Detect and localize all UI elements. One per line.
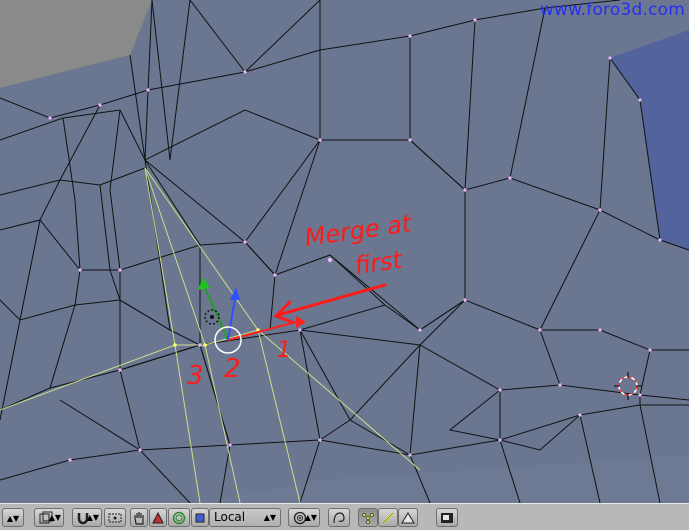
vertex-label-3: 3: [187, 361, 204, 391]
chevron-updown-icon: ▲▼: [263, 513, 276, 522]
vertex-label-2: 2: [224, 354, 241, 384]
mesh-canvas[interactable]: Merge at first 1 2 3: [0, 0, 689, 503]
arrow-updown-icon[interactable]: ▲▼: [2, 508, 24, 527]
vertex-label-1: 1: [277, 338, 291, 363]
face-select-icon[interactable]: [398, 508, 418, 527]
hand-icon[interactable]: [130, 508, 148, 527]
transform-orientation-value: Local: [214, 510, 246, 524]
proportional-icon[interactable]: [328, 508, 350, 527]
pivot-icon[interactable]: ▲▼: [288, 508, 320, 527]
vertex-select-icon[interactable]: [358, 508, 378, 527]
transform-orientation-select[interactable]: Local ▲▼: [209, 508, 281, 527]
viewport-header-toolbar: ▲▼ ▲▼ ▲▼ Local ▲▼ ▲▼: [0, 503, 689, 530]
rotate-icon[interactable]: [149, 508, 167, 527]
viewport-shading-icon[interactable]: ▲▼: [34, 508, 64, 527]
watermark: www.foro3d.com: [539, 0, 685, 20]
edge-select-icon[interactable]: [378, 508, 398, 527]
3d-viewport[interactable]: Merge at first 1 2 3 www.foro3d.com: [0, 0, 689, 503]
occlude-icon[interactable]: [436, 508, 458, 527]
snap-icon[interactable]: [104, 508, 126, 527]
magnet-icon[interactable]: ▲▼: [72, 508, 102, 527]
scale-icon[interactable]: [168, 508, 190, 527]
local-box-icon[interactable]: [191, 508, 209, 527]
